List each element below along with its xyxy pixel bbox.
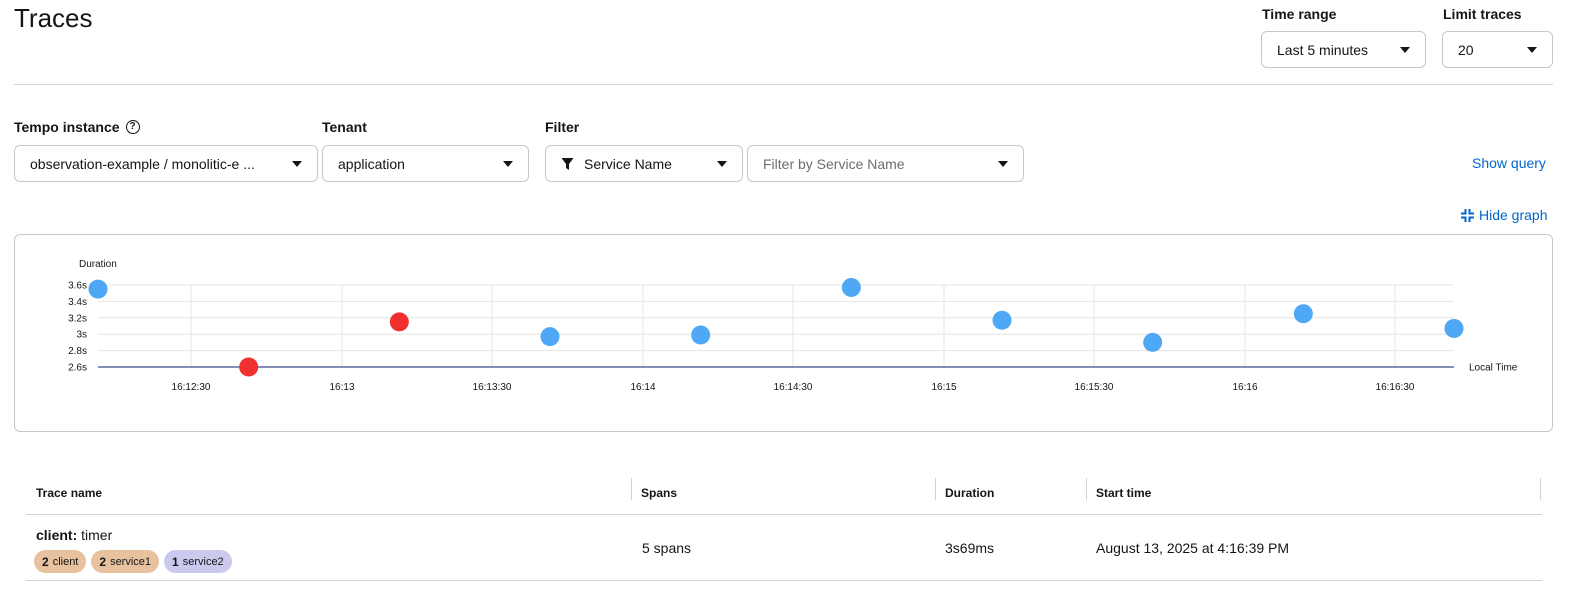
trace-point <box>1444 318 1464 338</box>
trace-point <box>88 279 108 299</box>
badge-count: 2 <box>42 554 49 569</box>
filter-attribute-select[interactable]: Service Name <box>545 145 743 182</box>
trace-point <box>1143 332 1163 352</box>
x-tick-label: 16:15:30 <box>1075 382 1114 393</box>
tempo-instance-select[interactable]: observation-example / monolitic-e ... <box>14 145 318 182</box>
trace-operation: timer <box>81 527 113 543</box>
col-trace-name[interactable]: Trace name <box>36 470 102 515</box>
time-range-label: Time range <box>1262 6 1337 22</box>
tempo-instance-label-text: Tempo instance <box>14 119 120 135</box>
filter-label: Filter <box>545 119 579 135</box>
x-tick-label: 16:12:30 <box>172 382 211 393</box>
filter-label-text: Filter <box>545 119 580 135</box>
duration-scatter-chart: 2.6s 2.8s 3s 3.2s 3.4s 3.6s 16:12:30 16:13 16:13… <box>14 234 1553 432</box>
y-tick-label: 2.8s <box>68 346 87 357</box>
col-start-time[interactable]: Start time <box>1096 470 1151 515</box>
caret-down-icon <box>998 160 1008 167</box>
compress-icon <box>1461 208 1474 222</box>
column-separator <box>1086 478 1087 500</box>
caret-down-icon <box>292 160 302 167</box>
table-header: Trace name Spans Duration Start time <box>26 470 1542 515</box>
x-tick-label: 16:13 <box>329 382 354 393</box>
time-range-value: Last 5 minutes <box>1277 41 1369 58</box>
trace-point <box>992 310 1012 330</box>
page-title: Traces <box>14 3 93 33</box>
badge-name: client <box>52 555 79 568</box>
caret-down-icon <box>1400 46 1410 53</box>
y-tick-label: 3.2s <box>68 313 87 324</box>
caret-down-icon <box>1527 46 1537 53</box>
show-query-link[interactable]: Show query <box>1472 155 1546 171</box>
x-tick-label: 16:16:30 <box>1376 382 1415 393</box>
service-badges: 2 client 2 service1 1 service2 <box>34 550 232 573</box>
limit-traces-label: Limit traces <box>1443 6 1522 22</box>
badge-count: 2 <box>99 554 107 569</box>
col-spans[interactable]: Spans <box>641 470 677 515</box>
y-axis-label: Duration <box>79 259 117 270</box>
x-tick-label: 16:13:30 <box>473 382 512 393</box>
tempo-instance-label: Tempo instance ? <box>14 119 140 135</box>
col-duration[interactable]: Duration <box>945 470 994 515</box>
duration-value: 3s69ms <box>945 540 995 556</box>
trace-point-error <box>389 312 409 332</box>
trace-point <box>691 325 711 345</box>
help-icon[interactable]: ? <box>125 120 140 134</box>
y-tick-label: 3.6s <box>68 281 87 292</box>
limit-traces-value: 20 <box>1458 41 1474 58</box>
service-badge-service1: 2 service1 <box>91 550 160 573</box>
y-tick-label: 2.6s <box>68 363 87 374</box>
service-badge-service2: 1 service2 <box>164 550 232 573</box>
service-name-filter-select[interactable]: Filter by Service Name <box>747 145 1024 182</box>
tenant-select[interactable]: application <box>322 145 529 182</box>
traces-page: Traces Time range Last 5 minutes Limit t… <box>0 0 1587 597</box>
trace-point <box>540 327 560 347</box>
trace-point <box>841 277 861 297</box>
tenant-label: Tenant <box>322 119 367 135</box>
time-range-select[interactable]: Last 5 minutes <box>1261 31 1426 68</box>
filter-icon <box>561 157 574 170</box>
filter-attribute-content: Service Name <box>561 156 672 172</box>
column-separator <box>1540 478 1541 500</box>
limit-traces-field: Limit traces <box>1443 6 1522 22</box>
x-tick-label: 16:14:30 <box>774 382 813 393</box>
time-range-field: Time range <box>1262 6 1336 22</box>
table-row[interactable]: client: timer 2 client 2 service1 1 serv… <box>26 515 1542 581</box>
trace-point-error <box>239 357 259 377</box>
badge-name: service1 <box>110 555 152 568</box>
caret-down-icon <box>717 160 727 167</box>
spans-value: 5 spans <box>642 540 692 556</box>
start-time-value: August 13, 2025 at 4:16:39 PM <box>1096 540 1290 556</box>
y-tick-label: 3s <box>76 330 87 341</box>
filter-attribute-value: Service Name <box>584 155 672 172</box>
service-name-filter-placeholder: Filter by Service Name <box>763 155 905 172</box>
service-badge-client: 2 client <box>34 550 87 573</box>
column-separator <box>935 478 936 500</box>
header-divider <box>14 84 1553 85</box>
column-separator <box>631 478 632 500</box>
badge-name: service2 <box>182 555 224 568</box>
x-tick-label: 16:14 <box>630 382 655 393</box>
tenant-value: application <box>338 155 405 172</box>
caret-down-icon <box>503 160 513 167</box>
trace-name-link[interactable]: client: timer <box>36 527 112 543</box>
tempo-instance-value: observation-example / monolitic-e ... <box>30 155 255 172</box>
hide-graph-label: Hide graph <box>1479 207 1548 223</box>
y-tick-label: 3.4s <box>68 297 87 308</box>
x-tick-label: 16:15 <box>931 382 956 393</box>
x-axis-label: Local Time <box>1469 363 1518 374</box>
traces-table: Trace name Spans Duration Start time cli… <box>26 470 1542 581</box>
trace-service: client: <box>36 527 78 543</box>
x-tick-label: 16:16 <box>1232 382 1257 393</box>
tenant-label-text: Tenant <box>322 119 367 135</box>
chart-svg: 2.6s 2.8s 3s 3.2s 3.4s 3.6s 16:12:30 16:13 16:13… <box>68 259 1518 393</box>
badge-count: 1 <box>172 554 179 569</box>
limit-traces-select[interactable]: 20 <box>1442 31 1553 68</box>
trace-point <box>1293 304 1313 324</box>
hide-graph-button[interactable]: Hide graph <box>1461 207 1548 223</box>
